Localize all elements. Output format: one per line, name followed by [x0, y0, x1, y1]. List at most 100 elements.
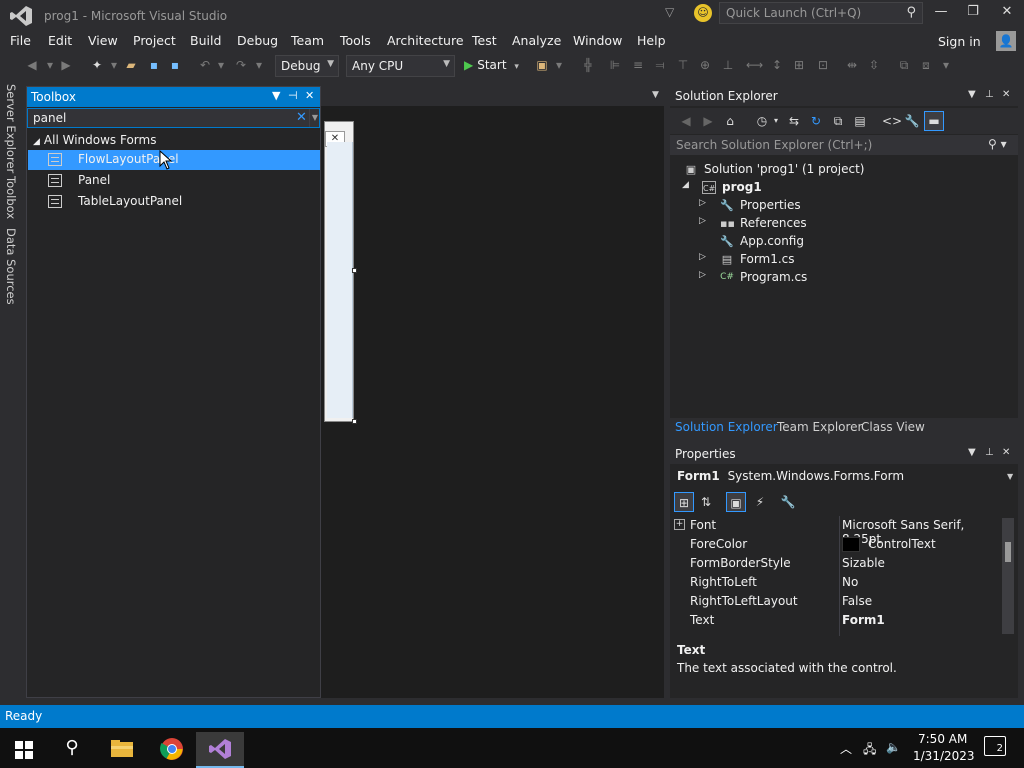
toolbox-search-input[interactable]: panel ✕ ▼ [27, 108, 320, 128]
view-code-icon[interactable]: <> [882, 113, 902, 129]
align-bottoms-icon[interactable]: ⊥ [720, 57, 736, 73]
solution-platform-dropdown[interactable]: Any CPU ▼ [346, 55, 455, 77]
expand-arrow-icon[interactable]: ▷ [699, 270, 706, 280]
show-hidden-icons-icon[interactable]: ︿ [840, 740, 852, 757]
start-button[interactable]: ▶ Start ▾ [464, 58, 519, 72]
preview-selected-items-icon[interactable]: ▬ [924, 111, 944, 131]
clear-search-icon[interactable]: ✕ [296, 110, 307, 125]
expand-plus-icon[interactable]: + [674, 519, 685, 530]
alphabetical-icon[interactable]: ⇅ [696, 492, 716, 512]
forward-icon[interactable]: ▶ [700, 113, 716, 129]
network-icon[interactable]: 🖧 [863, 740, 876, 761]
make-same-size-icon[interactable]: ⊞ [791, 57, 807, 73]
align-centers-icon[interactable]: ≡ [630, 57, 646, 73]
window-position-icon[interactable]: ▼ [272, 89, 280, 102]
chevron-down-icon[interactable]: ▼ [1007, 472, 1013, 481]
chrome-icon[interactable] [148, 732, 196, 768]
menu-window[interactable]: Window [573, 33, 622, 48]
form-designer-surface[interactable] [321, 88, 664, 698]
property-pages-icon[interactable]: 🔧 [778, 492, 798, 512]
feedback-filter-icon[interactable]: ▽ [665, 5, 679, 21]
menu-help[interactable]: Help [637, 33, 666, 48]
clock-time[interactable]: 7:50 AM [918, 732, 967, 746]
solution-search-input[interactable]: Search Solution Explorer (Ctrl+;) ⚲ ▾ [670, 135, 1018, 155]
close-icon[interactable]: ✕ [1002, 447, 1010, 458]
window-position-icon[interactable]: ▼ [968, 89, 976, 100]
tab-server-explorer[interactable]: Server Explorer [4, 84, 18, 173]
tree-node-form1[interactable]: ▷ ▤ Form1.cs [670, 251, 1018, 269]
navigate-forward-icon[interactable]: ▶ [58, 57, 74, 73]
pin-icon[interactable]: ⊥ [985, 447, 994, 458]
tree-node-project[interactable]: ◢ C# prog1 [670, 179, 1018, 197]
tree-node-app-config[interactable]: 🔧 App.config [670, 233, 1018, 251]
form-client-area[interactable] [327, 142, 353, 418]
menu-test[interactable]: Test [472, 33, 497, 48]
redo-icon[interactable]: ↷ [233, 57, 249, 73]
tab-toolbox[interactable]: Toolbox [4, 176, 18, 219]
undo-icon[interactable]: ↶ [197, 57, 213, 73]
navigate-back-icon[interactable]: ◀ [24, 57, 40, 73]
expand-arrow-icon[interactable]: ▷ [699, 198, 706, 208]
tree-node-references[interactable]: ▷ ▪▪ References [670, 215, 1018, 233]
bring-to-front-icon[interactable]: ⧉ [896, 57, 912, 73]
menu-analyze[interactable]: Analyze [512, 33, 561, 48]
new-project-icon[interactable]: ✦ [89, 57, 105, 73]
expand-arrow-icon[interactable]: ▷ [699, 252, 706, 262]
menu-architecture[interactable]: Architecture [387, 33, 464, 48]
back-icon[interactable]: ◀ [678, 113, 694, 129]
properties-scrollbar[interactable] [1002, 518, 1014, 634]
account-icon[interactable]: 👤 [996, 31, 1016, 51]
search-icon[interactable]: ⚲ [48, 732, 96, 768]
align-tops-icon[interactable]: ⊤ [675, 57, 691, 73]
save-icon[interactable]: ▪ [146, 57, 162, 73]
tab-solution-explorer[interactable]: Solution Explorer [675, 420, 778, 434]
search-icon[interactable]: ⚲ ▾ [988, 137, 1007, 151]
toolbar-overflow-icon[interactable]: ▾ [938, 57, 954, 73]
file-explorer-icon[interactable] [98, 732, 146, 768]
tree-node-properties[interactable]: ▷ 🔧 Properties [670, 197, 1018, 215]
menu-edit[interactable]: Edit [48, 33, 72, 48]
horizontal-spacing-icon[interactable]: ⇹ [844, 57, 860, 73]
tab-order-icon[interactable]: ▣ [534, 57, 550, 73]
close-button[interactable]: ✕ [994, 4, 1020, 24]
make-same-width-icon[interactable]: ⟷ [746, 57, 763, 73]
menu-file[interactable]: File [10, 33, 31, 48]
clock-date[interactable]: 1/31/2023 [913, 749, 975, 763]
dropdown-arrow-icon[interactable]: ▾ [42, 57, 58, 73]
tab-class-view[interactable]: Class View [861, 420, 925, 434]
align-to-grid-icon[interactable]: ╬ [580, 57, 596, 73]
pin-icon[interactable]: ⊥ [985, 89, 994, 100]
align-middles-icon[interactable]: ⊕ [697, 57, 713, 73]
menu-debug[interactable]: Debug [237, 33, 278, 48]
dropdown-arrow-icon[interactable]: ▾ [251, 57, 267, 73]
window-position-icon[interactable]: ▼ [968, 447, 976, 458]
search-options-dropdown-icon[interactable]: ▼ [309, 109, 320, 127]
menu-build[interactable]: Build [190, 33, 221, 48]
property-row-forecolor[interactable]: ForeColor ControlText [670, 535, 1000, 554]
property-row-font[interactable]: + Font Microsoft Sans Serif, 8.25pt [670, 516, 1000, 546]
search-icon[interactable]: ⚲ [906, 5, 916, 20]
vertical-spacing-icon[interactable]: ⇳ [866, 57, 882, 73]
dropdown-arrow-icon[interactable]: ▾ [213, 57, 229, 73]
dropdown-arrow-icon[interactable]: ▾ [106, 57, 122, 73]
dropdown-arrow-icon[interactable]: ▾ [551, 57, 567, 73]
quick-launch-input[interactable]: Quick Launch (Ctrl+Q) ⚲ [719, 2, 923, 24]
sign-in-link[interactable]: Sign in [938, 34, 981, 49]
form-preview[interactable]: ✕ [324, 121, 354, 422]
visual-studio-taskbar-icon[interactable] [196, 732, 244, 768]
show-all-files-icon[interactable]: ▤ [852, 113, 868, 129]
make-same-height-icon[interactable]: ↕ [769, 57, 785, 73]
tree-node-program[interactable]: ▷ C# Program.cs [670, 269, 1018, 287]
properties-object-selector[interactable]: Form1 System.Windows.Forms.Form [677, 469, 904, 483]
property-row-formborderstyle[interactable]: FormBorderStyle Sizable [670, 554, 1000, 573]
home-icon[interactable]: ⌂ [722, 113, 738, 129]
menu-team[interactable]: Team [291, 33, 324, 48]
auto-hide-pin-icon[interactable]: ⊣ [288, 89, 298, 102]
volume-icon[interactable]: 🔈 [886, 740, 901, 754]
close-icon[interactable]: ✕ [1002, 89, 1010, 100]
solution-configuration-dropdown[interactable]: Debug ▼ [275, 55, 339, 77]
refresh-icon[interactable]: ↻ [808, 113, 824, 129]
events-lightning-icon[interactable]: ⚡ [750, 492, 770, 512]
property-row-righttoleft[interactable]: RightToLeft No [670, 573, 1000, 592]
menu-project[interactable]: Project [133, 33, 176, 48]
